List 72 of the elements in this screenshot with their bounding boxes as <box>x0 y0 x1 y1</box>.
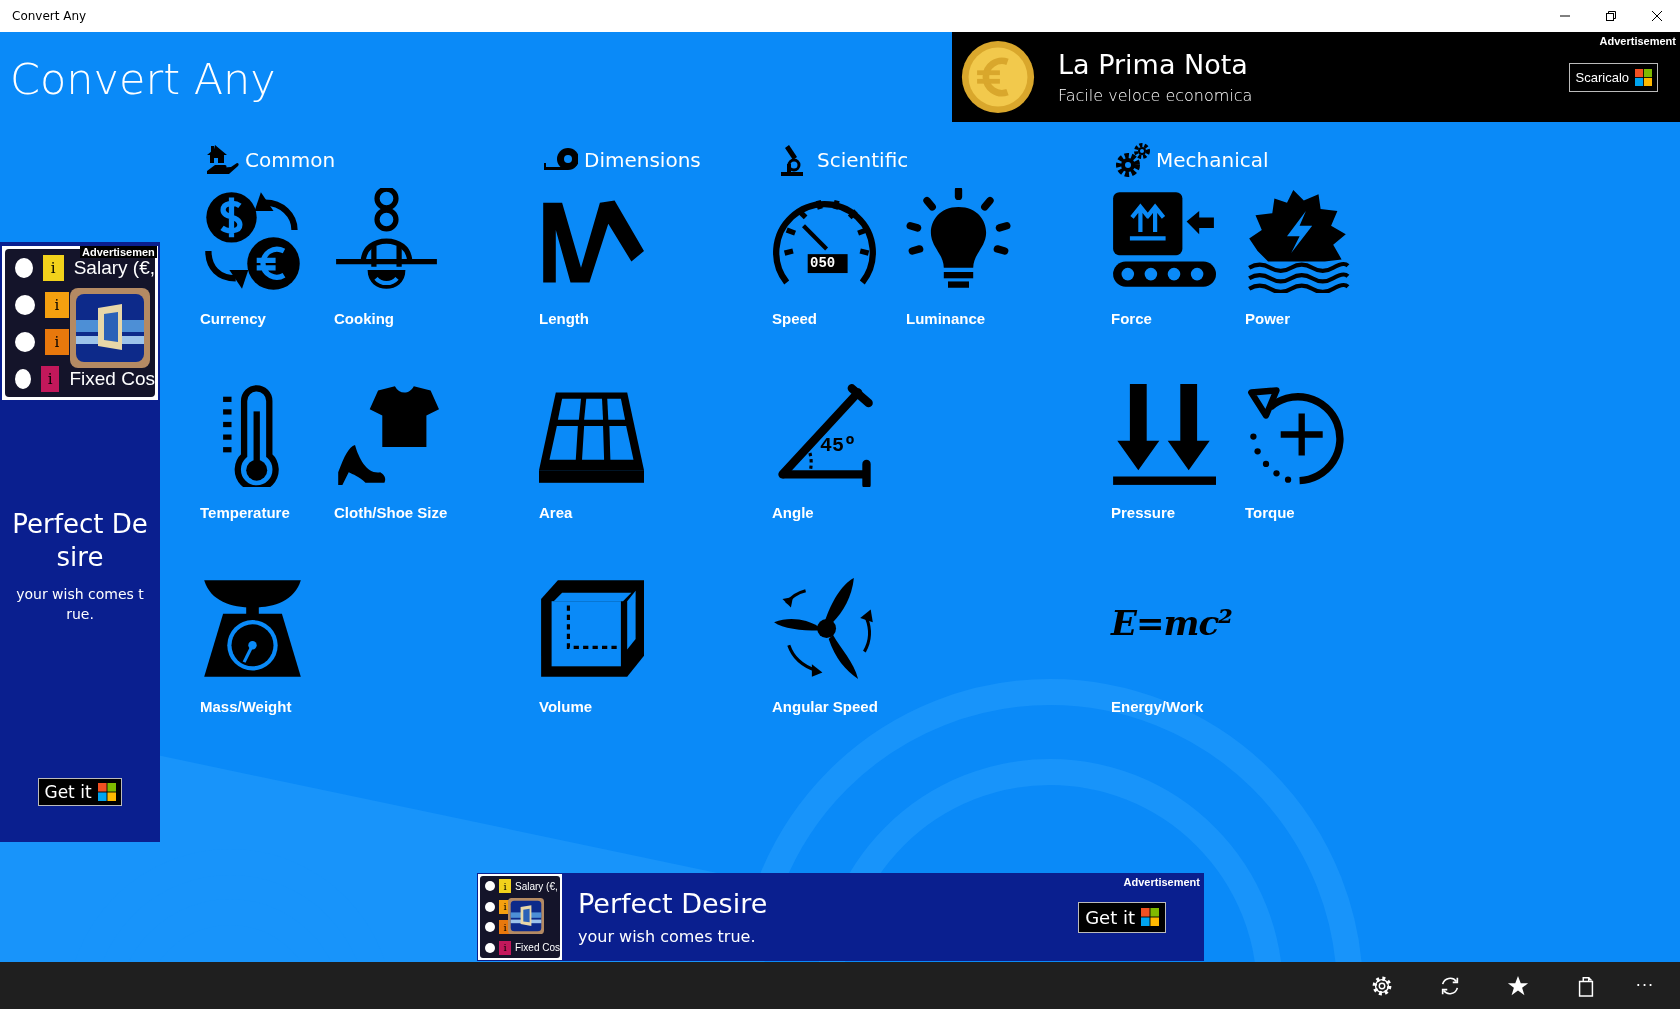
radio-dot <box>485 942 495 953</box>
radio-dot <box>15 368 31 389</box>
ad-title: Perfect Desire <box>12 508 148 574</box>
ad-label: Advertisement <box>1599 35 1676 47</box>
coin-icon <box>960 39 1036 115</box>
gears-icon <box>1116 143 1150 177</box>
app-logo-icon <box>508 898 544 934</box>
thumbnail-text: Salary (€, <box>515 880 558 892</box>
favorite-icon <box>1507 974 1529 997</box>
thumbnail-text: Fixed Cos <box>69 367 155 390</box>
formula-icon: E=mc² <box>1111 606 1232 640</box>
refresh-icon <box>1439 974 1461 997</box>
ad-label: Advertisemen <box>80 246 157 258</box>
category-title: Common <box>245 148 336 172</box>
converter-tile[interactable]: Length <box>539 188 673 328</box>
ad-label: Advertisement <box>1123 876 1200 888</box>
category-title: Mechanical <box>1156 148 1269 172</box>
thumbnail-text: Fixed Cos <box>515 942 560 954</box>
house-hand-icon <box>205 143 239 177</box>
ad-subtitle: your wish comes true. <box>578 927 757 946</box>
info-marker: i <box>45 291 69 318</box>
converter-tile[interactable]: 45º Angle <box>772 382 906 522</box>
converter-tile[interactable]: Force <box>1111 188 1245 328</box>
converter-tile[interactable]: Currency <box>200 188 334 328</box>
restore-icon <box>1606 11 1616 21</box>
info-marker: i <box>499 940 511 955</box>
settings-icon <box>1371 974 1393 997</box>
converter-tile[interactable]: Temperature <box>200 382 334 522</box>
converter-tile[interactable]: Cloth/Shoe Size <box>334 382 468 522</box>
converter-tile[interactable]: Torque <box>1245 382 1379 522</box>
radio-dot <box>485 922 495 933</box>
converter-tile[interactable]: Volume <box>539 576 673 716</box>
ad-title: Perfect Desire <box>578 888 769 919</box>
radio-dot <box>15 331 35 352</box>
window-title: Convert Any <box>12 9 88 23</box>
gear-bolt-icon <box>1245 188 1350 293</box>
converter-tile[interactable]: Power <box>1245 188 1379 328</box>
icon-text: 45º <box>820 436 856 456</box>
more-button[interactable]: ··· <box>1620 976 1670 995</box>
thumbnail-text: Salary (€, <box>73 256 155 279</box>
icon-text: 050 <box>810 256 836 270</box>
converter-tile[interactable]: Angular Speed <box>772 576 906 716</box>
four-squares-icon <box>97 783 116 801</box>
radio-dot <box>485 901 495 912</box>
radio-dot <box>15 294 35 315</box>
get-it-button[interactable]: Get it <box>1078 901 1166 933</box>
close-icon <box>1652 11 1662 21</box>
down-arrows-icon <box>1111 382 1216 487</box>
get-it-button[interactable]: Get it <box>38 778 122 806</box>
info-marker: i <box>45 328 69 355</box>
four-squares-icon <box>1635 68 1652 86</box>
app-logo-icon <box>70 288 150 368</box>
converter-tile[interactable]: 050 Speed <box>772 188 906 328</box>
ad-title: La Prima Nota <box>1058 49 1249 80</box>
category-title: Scientific <box>817 148 909 172</box>
radio-dot <box>485 881 495 892</box>
converter-tile[interactable]: Pressure <box>1111 382 1245 522</box>
radio-dot <box>15 257 33 278</box>
info-marker: i <box>42 254 64 281</box>
info-marker: i <box>40 365 60 392</box>
download-button[interactable]: Scaricalo <box>1568 62 1658 92</box>
converter-tile[interactable]: Mass/Weight <box>200 576 334 716</box>
four-squares-icon <box>1141 908 1159 926</box>
converter-tile[interactable]: Area <box>539 382 673 522</box>
info-marker: i <box>499 879 511 894</box>
converter-tile[interactable]: Cooking <box>334 188 468 328</box>
converter-tile[interactable]: E=mc² Energy/Work <box>1111 576 1245 716</box>
app-title: Convert Any <box>10 54 276 106</box>
converter-tile[interactable]: Luminance <box>906 188 1040 328</box>
ad-subtitle: your wish comes true. <box>15 585 145 624</box>
ad-subtitle: Facile veloce economica <box>1058 86 1254 105</box>
category-title: Dimensions <box>584 148 701 172</box>
